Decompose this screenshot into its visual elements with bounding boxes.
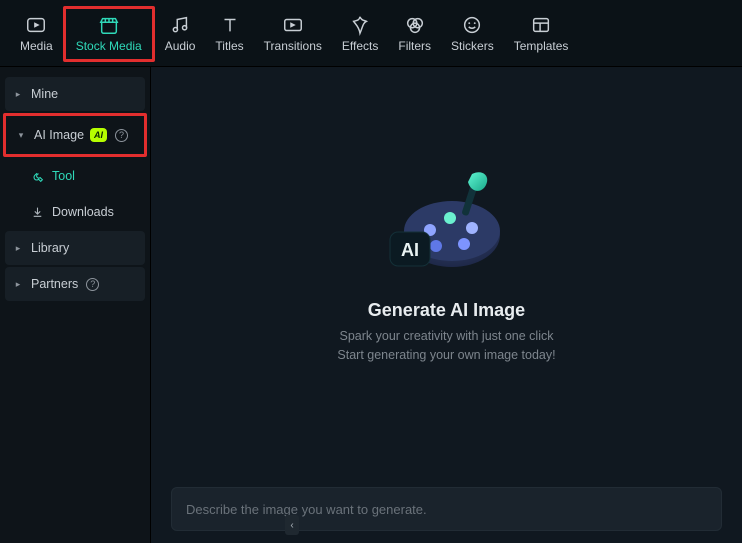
tab-label: Templates [514, 39, 569, 53]
filters-icon [403, 13, 427, 37]
ai-palette-illustration: AI [372, 170, 522, 290]
hero-subtitle-line: Spark your creativity with just one clic… [337, 327, 555, 345]
top-tab-bar: Media Stock Media Audio Titles Transitio… [0, 0, 742, 67]
sidebar: ▸ Mine ▾ AI Image AI ? Tool Downloads ▸ [0, 67, 150, 543]
chevron-left-icon: ‹ [290, 520, 293, 531]
wrench-icon [31, 170, 44, 183]
tab-label: Effects [342, 39, 378, 53]
main-panel: AI Generate AI Image Spark your creativi… [150, 67, 742, 543]
help-icon[interactable]: ? [86, 278, 99, 291]
sidebar-item-library[interactable]: ▸ Library [5, 231, 145, 265]
hero-subtitle-line: Start generating your own image today! [337, 346, 555, 364]
tab-label: Stock Media [76, 39, 142, 53]
chevron-down-icon: ▾ [16, 130, 26, 141]
hero-title: Generate AI Image [368, 300, 525, 321]
tab-label: Stickers [451, 39, 494, 53]
tab-effects[interactable]: Effects [332, 9, 388, 59]
sidebar-item-mine[interactable]: ▸ Mine [5, 77, 145, 111]
sidebar-item-downloads[interactable]: Downloads [5, 195, 145, 229]
chevron-right-icon: ▸ [13, 243, 23, 254]
sidebar-item-label: Downloads [52, 205, 114, 219]
tab-media[interactable]: Media [10, 9, 63, 59]
download-icon [31, 206, 44, 219]
titles-icon [218, 13, 242, 37]
help-icon[interactable]: ? [115, 129, 128, 142]
tab-audio[interactable]: Audio [155, 9, 206, 59]
tab-label: Filters [398, 39, 431, 53]
sidebar-item-tool[interactable]: Tool [5, 159, 145, 193]
chevron-right-icon: ▸ [13, 89, 23, 100]
tab-label: Titles [215, 39, 243, 53]
sidebar-item-partners[interactable]: ▸ Partners ? [5, 267, 145, 301]
tab-stock-media[interactable]: Stock Media [63, 6, 155, 62]
sidebar-collapse-button[interactable]: ‹ [285, 515, 299, 535]
stock-media-icon [97, 13, 121, 37]
ai-illustration-text: AI [401, 240, 419, 260]
tab-stickers[interactable]: Stickers [441, 9, 504, 59]
prompt-bar-container [151, 477, 742, 543]
sidebar-item-label: Library [31, 241, 69, 255]
tab-titles[interactable]: Titles [205, 9, 253, 59]
chevron-right-icon: ▸ [13, 279, 23, 290]
templates-icon [529, 13, 553, 37]
hero-section: AI Generate AI Image Spark your creativi… [151, 67, 742, 477]
sidebar-item-label: Partners [31, 277, 78, 291]
sidebar-item-label: Mine [31, 87, 58, 101]
media-icon [24, 13, 48, 37]
hero-subtitle: Spark your creativity with just one clic… [337, 327, 555, 363]
sidebar-ai-image-highlight: ▾ AI Image AI ? [3, 113, 147, 157]
sidebar-item-label: Tool [52, 169, 75, 183]
tab-filters[interactable]: Filters [388, 9, 441, 59]
sidebar-item-ai-image[interactable]: ▾ AI Image AI ? [8, 118, 142, 152]
transitions-icon [281, 13, 305, 37]
ai-badge: AI [90, 128, 107, 142]
tab-transitions[interactable]: Transitions [254, 9, 332, 59]
tab-label: Media [20, 39, 53, 53]
tab-templates[interactable]: Templates [504, 9, 579, 59]
sidebar-item-label: AI Image [34, 128, 84, 142]
tab-label: Transitions [264, 39, 322, 53]
prompt-input[interactable] [171, 487, 722, 531]
audio-icon [168, 13, 192, 37]
stickers-icon [460, 13, 484, 37]
tab-label: Audio [165, 39, 196, 53]
effects-icon [348, 13, 372, 37]
